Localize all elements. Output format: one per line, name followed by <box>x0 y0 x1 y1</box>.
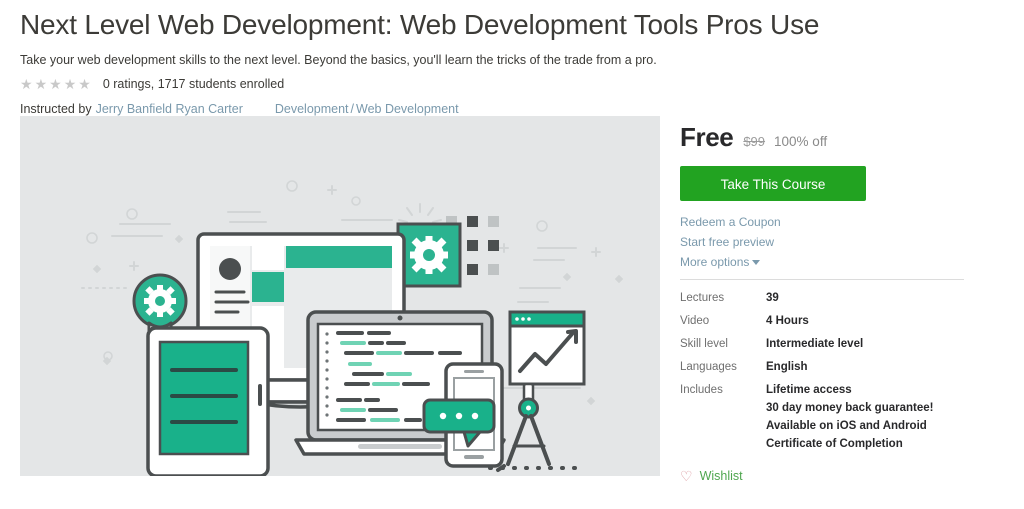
details-value-includes: Lifetime access 30 day money back guaran… <box>766 384 933 461</box>
star-icon: ★ <box>34 75 48 92</box>
current-price: Free <box>680 121 734 152</box>
table-row: Lectures 39 <box>680 292 933 315</box>
take-this-course-button[interactable]: Take This Course <box>680 165 866 201</box>
course-header: Next Level Web Development: Web Developm… <box>0 0 1024 116</box>
redeem-coupon-label: Redeem a Coupon <box>680 214 781 229</box>
main-content: Free $99 100% off Take This Course Redee… <box>0 115 1024 486</box>
instructor-link[interactable]: Jerry Banfield Ryan Carter <box>96 102 243 116</box>
wishlist-button[interactable]: ♡ Wishlist <box>680 469 743 483</box>
breadcrumb: Development / Web Development <box>275 102 459 116</box>
includes-item: Certificate of Completion <box>766 437 903 450</box>
instructed-by-label: Instructed by <box>20 101 92 116</box>
side-links: Redeem a Coupon Start free preview More … <box>680 215 980 269</box>
wishlist-label: Wishlist <box>699 468 743 483</box>
start-free-preview-link[interactable]: Start free preview <box>680 235 980 249</box>
purchase-sidebar: Free $99 100% off Take This Course Redee… <box>680 116 980 486</box>
table-row: Skill level Intermediate level <box>680 338 933 361</box>
details-label-lectures: Lectures <box>680 291 725 304</box>
start-free-preview-label: Start free preview <box>680 234 775 249</box>
includes-item: Lifetime access <box>766 383 852 396</box>
star-icon: ★ <box>20 75 33 92</box>
details-label-video: Video <box>680 314 710 327</box>
table-row: Includes Lifetime access 30 day money ba… <box>680 384 933 461</box>
course-details-table: Lectures 39 Video 4 Hours Skill level In… <box>680 292 933 461</box>
page-title: Next Level Web Development: Web Developm… <box>20 9 820 40</box>
rating-summary: 0 ratings, 1717 students enrolled <box>102 76 285 91</box>
table-row: Languages English <box>680 361 933 384</box>
includes-item: 30 day money back guarantee! <box>766 401 934 414</box>
sidebar-divider <box>680 278 964 280</box>
details-value-video: 4 Hours <box>766 314 809 327</box>
more-options-label: More options <box>680 254 750 269</box>
star-rating: ★ ★ ★ ★ ★ <box>20 77 91 91</box>
instructor-row: Instructed by Jerry Banfield Ryan Carter… <box>20 102 1024 116</box>
rating-row: ★ ★ ★ ★ ★ 0 ratings, 1717 students enrol… <box>20 77 1024 91</box>
course-subtitle: Take your web development skills to the … <box>20 52 657 67</box>
details-value-skill-level: Intermediate level <box>766 337 864 350</box>
chevron-down-icon <box>752 259 761 265</box>
more-options-link[interactable]: More options <box>680 255 980 269</box>
details-label-skill-level: Skill level <box>680 337 728 350</box>
details-value-languages: English <box>766 360 808 373</box>
breadcrumb-separator: / <box>350 101 354 116</box>
details-value-lectures: 39 <box>766 291 779 304</box>
course-image <box>20 115 660 476</box>
table-row: Video 4 Hours <box>680 315 933 338</box>
breadcrumb-subcategory-link[interactable]: Web Development <box>356 102 459 116</box>
breadcrumb-category-link[interactable]: Development <box>275 102 349 116</box>
star-icon: ★ <box>63 75 77 92</box>
redeem-coupon-link[interactable]: Redeem a Coupon <box>680 215 980 229</box>
original-price: $99 <box>743 133 766 149</box>
heart-outline-icon: ♡ <box>680 467 693 484</box>
details-label-includes: Includes <box>680 383 723 396</box>
price-row: Free $99 100% off <box>680 122 980 153</box>
includes-item: Available on iOS and Android <box>766 419 927 432</box>
star-icon: ★ <box>78 75 91 92</box>
star-icon: ★ <box>49 75 62 92</box>
details-label-languages: Languages <box>680 360 737 373</box>
discount-label: 100% off <box>774 133 828 149</box>
